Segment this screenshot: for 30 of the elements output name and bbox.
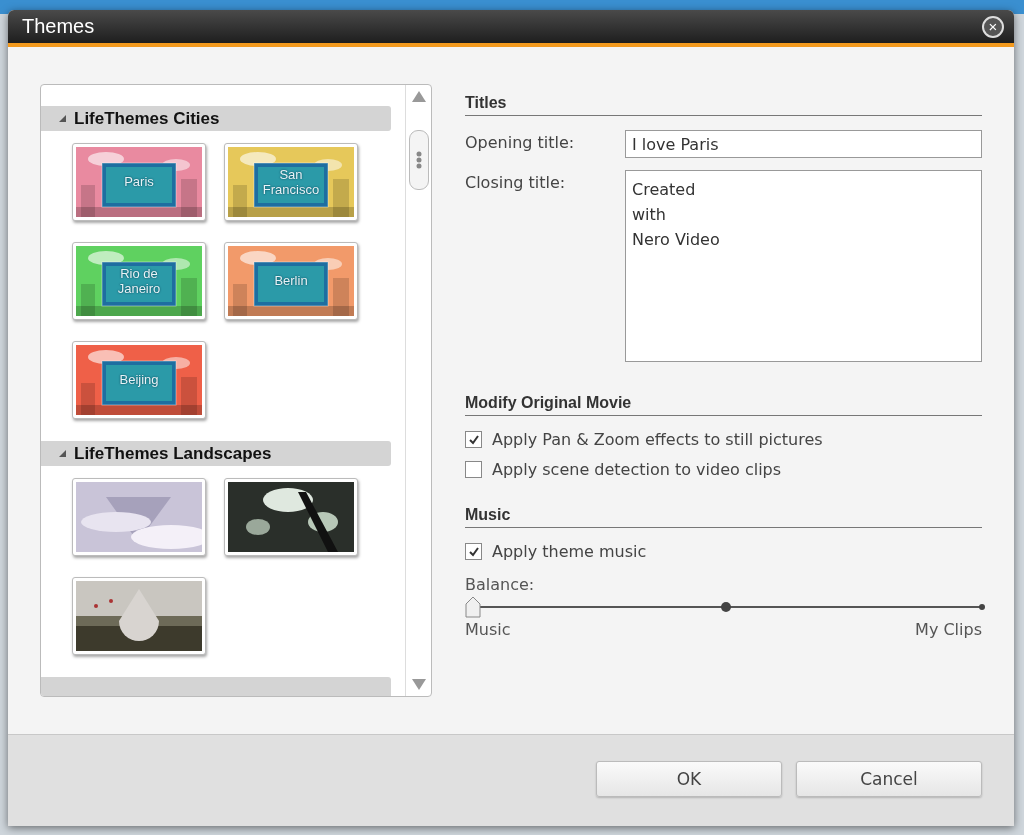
checkbox-label: Apply theme music	[492, 542, 647, 562]
group-header[interactable]: LifeThemes Landscapes	[41, 441, 391, 467]
close-button[interactable]: ×	[982, 15, 1004, 38]
expanded-triangle-icon	[59, 115, 66, 123]
field-label: Closing title:	[465, 172, 567, 195]
closing-title-field[interactable]: Created with Nero Video	[625, 170, 982, 363]
section-heading: Modify Original Movie	[465, 394, 632, 412]
section-heading: Titles	[465, 94, 507, 112]
slider-max-label: My Clips	[915, 620, 982, 640]
window-title: Themes	[22, 15, 95, 39]
slider-label: Balance:	[465, 575, 535, 595]
scroll-down-icon[interactable]	[411, 679, 426, 691]
checkbox-label: Apply Pan & Zoom effects to still pictures	[492, 430, 823, 450]
tick-mark	[979, 604, 985, 611]
ok-button[interactable]: OK	[596, 760, 782, 797]
field-label: Opening title:	[465, 132, 576, 155]
checkbox[interactable]	[465, 543, 482, 561]
tick-mark	[720, 602, 731, 613]
opening-title-field[interactable]: I love Paris	[625, 130, 982, 159]
expanded-triangle-icon	[59, 450, 66, 458]
checkbox[interactable]	[465, 461, 482, 479]
section-heading: Music	[465, 506, 511, 524]
scroll-up-icon[interactable]	[411, 91, 426, 103]
cancel-button[interactable]: Cancel	[796, 760, 982, 797]
group-header[interactable]: LifeThemes Cities	[41, 106, 391, 132]
checkbox[interactable]	[465, 431, 482, 449]
checkbox-label: Apply scene detection to video clips	[492, 460, 782, 480]
slider-thumb[interactable]	[465, 596, 481, 619]
slider-min-label: Music	[465, 620, 511, 640]
scrollbar-thumb[interactable]	[408, 130, 429, 191]
